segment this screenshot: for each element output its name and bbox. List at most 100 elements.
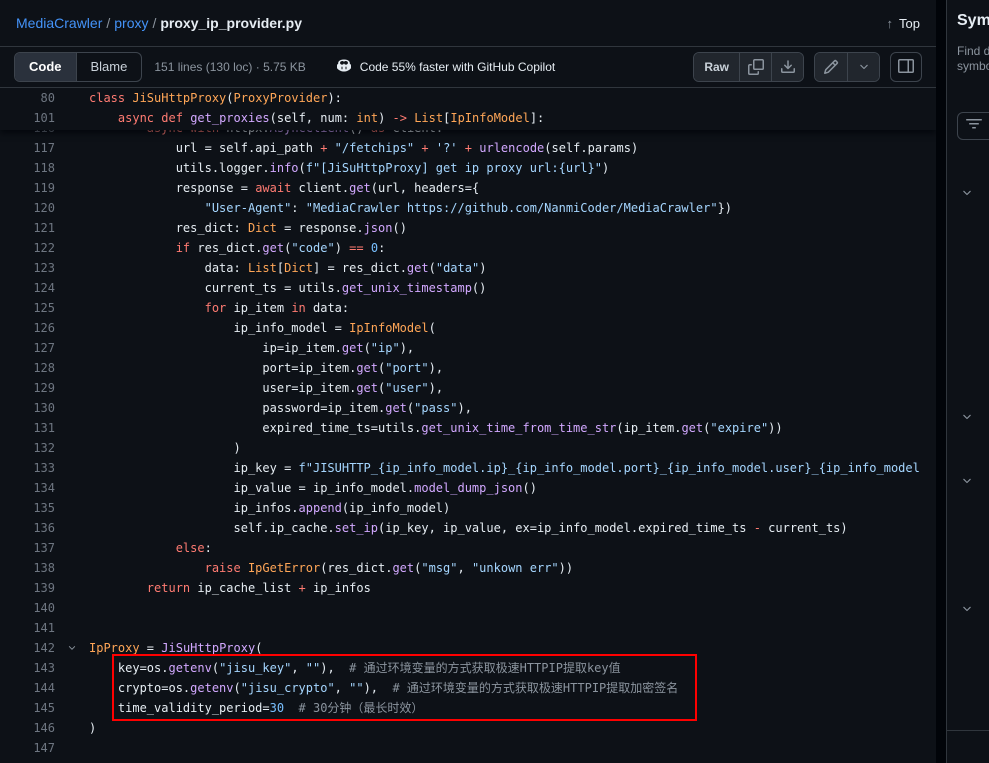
symbol-tree-expander[interactable] [959,185,975,201]
line-number[interactable]: 130 [0,398,55,418]
code-text: else: [89,538,936,558]
code-text: return ip_cache_list + ip_infos [89,578,936,598]
line-number[interactable]: 126 [0,318,55,338]
copy-raw-button[interactable] [739,53,771,82]
code-text: ) [89,438,936,458]
gutter [55,278,89,298]
code-text: "User-Agent": "MediaCrawler https://gith… [89,198,936,218]
breadcrumb-separator: / [148,15,160,31]
line-number[interactable]: 133 [0,458,55,478]
copilot-banner-text: Code 55% faster with GitHub Copilot [360,60,555,74]
line-number[interactable]: 122 [0,238,55,258]
line-number[interactable]: 139 [0,578,55,598]
copilot-banner[interactable]: Code 55% faster with GitHub Copilot [336,58,555,77]
line-number[interactable]: 146 [0,718,55,738]
line-number[interactable]: 136 [0,518,55,538]
code-text: response = await client.get(url, headers… [89,178,936,198]
gutter [55,538,89,558]
symbol-tree-expander[interactable] [959,473,975,489]
gutter [55,518,89,538]
line-number[interactable]: 119 [0,178,55,198]
line-number[interactable]: 137 [0,538,55,558]
tab-blame[interactable]: Blame [76,53,142,81]
line-number[interactable]: 145 [0,698,55,718]
gutter [55,558,89,578]
gutter [55,498,89,518]
download-icon [780,59,796,78]
code-editor: 116 async with httpx.AsyncClient() as cl… [0,88,936,763]
breadcrumb-separator: / [102,15,114,31]
line-number[interactable]: 143 [0,658,55,678]
gutter [55,238,89,258]
side-panel-icon [898,58,914,77]
code-text: current_ts = utils.get_unix_timestamp() [89,278,936,298]
gutter [55,298,89,318]
code-line-117: 117 url = self.api_path + "/fetchips" + … [0,138,936,158]
download-raw-button[interactable] [771,53,803,82]
edit-file-button[interactable] [815,53,847,82]
line-number[interactable]: 127 [0,338,55,358]
line-number[interactable]: 123 [0,258,55,278]
gutter [55,478,89,498]
file-pane: MediaCrawler/proxy/proxy_ip_provider.py … [0,0,936,763]
gutter [55,378,89,398]
gutter [55,678,89,698]
code-text: password=ip_item.get("pass"), [89,398,936,418]
code-text: key=os.getenv("jisu_key", ""), # 通过环境变量的… [89,658,936,678]
gutter [55,108,89,128]
line-number[interactable]: 140 [0,598,55,618]
gutter [55,218,89,238]
copy-icon [748,59,764,78]
collapse-chevron-icon[interactable] [55,638,89,658]
symbols-filter-input[interactable] [957,112,989,140]
code-text: for ip_item in data: [89,298,936,318]
code-line-119: 119 response = await client.get(url, hea… [0,178,936,198]
file-info: 151 lines (130 loc) · 5.75 KB [154,60,305,74]
gutter [55,358,89,378]
code-line-138: 138 raise IpGetError(res_dict.get("msg",… [0,558,936,578]
code-line-141: 141 [0,618,936,638]
line-number[interactable]: 141 [0,618,55,638]
line-number[interactable]: 121 [0,218,55,238]
line-number[interactable]: 117 [0,138,55,158]
gutter [55,718,89,738]
pane-resizer[interactable] [936,0,946,763]
line-number[interactable]: 131 [0,418,55,438]
line-number[interactable]: 135 [0,498,55,518]
gutter [55,198,89,218]
scroll-to-top-button[interactable]: ↑ Top [887,16,920,31]
code-blame-switcher: Code Blame [14,52,142,82]
symbol-tree-expander[interactable] [959,601,975,617]
pencil-icon [823,59,839,78]
gutter [55,138,89,158]
code-line-131: 131 expired_time_ts=utils.get_unix_time_… [0,418,936,438]
line-number[interactable]: 134 [0,478,55,498]
line-number[interactable]: 125 [0,298,55,318]
line-number[interactable]: 120 [0,198,55,218]
tab-code[interactable]: Code [15,53,76,81]
line-number[interactable]: 132 [0,438,55,458]
code-line-128: 128 port=ip_item.get("port"), [0,358,936,378]
breadcrumb-repo-link[interactable]: MediaCrawler [16,15,102,31]
line-number[interactable]: 124 [0,278,55,298]
line-number[interactable]: 101 [0,108,55,128]
raw-button[interactable]: Raw [694,53,739,81]
github-code-view: MediaCrawler/proxy/proxy_ip_provider.py … [0,0,989,763]
symbol-tree-expander[interactable] [959,409,975,425]
line-number[interactable]: 118 [0,158,55,178]
symbols-panel-toggle[interactable] [890,52,922,82]
line-number[interactable]: 80 [0,88,55,108]
line-number[interactable]: 142 [0,638,55,658]
breadcrumb-folder-link[interactable]: proxy [114,15,148,31]
line-number[interactable]: 138 [0,558,55,578]
symbols-panel-title: Symbols [957,12,989,30]
edit-dropdown-button[interactable] [847,53,879,82]
line-number[interactable]: 144 [0,678,55,698]
line-number[interactable]: 128 [0,358,55,378]
line-number[interactable]: 147 [0,738,55,758]
gutter [55,178,89,198]
code-text: expired_time_ts=utils.get_unix_time_from… [89,418,936,438]
code-line-139: 139 return ip_cache_list + ip_infos [0,578,936,598]
line-number[interactable]: 129 [0,378,55,398]
code-text: port=ip_item.get("port"), [89,358,936,378]
